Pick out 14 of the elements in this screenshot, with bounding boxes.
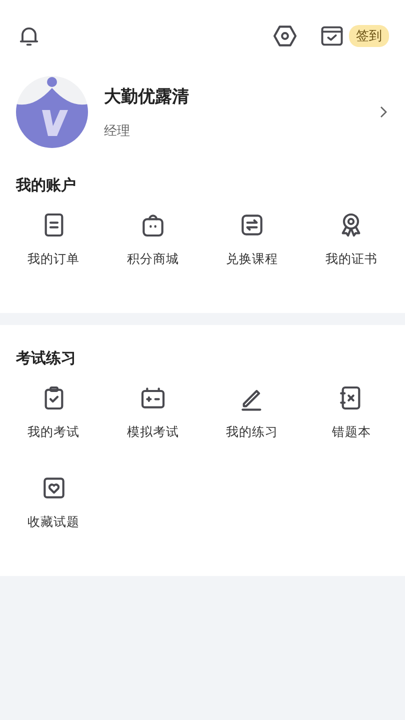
menu-item[interactable]: 我的练习 <box>226 424 278 441</box>
menu-item[interactable]: 收藏试题 <box>28 514 80 531</box>
user-name: 大勤优露清 <box>104 86 190 108</box>
section-title: 我的账户 <box>14 176 77 195</box>
menu-item[interactable]: 我的订单 <box>28 251 80 268</box>
menu-item[interactable]: 模拟考试 <box>126 424 179 441</box>
menu-item[interactable]: 兑换课程 <box>226 251 278 268</box>
menu-item[interactable]: 我的考试 <box>28 424 80 441</box>
section-title: 考试练习 <box>14 349 77 368</box>
menu-item[interactable]: 错题本 <box>332 424 371 441</box>
checkin-button[interactable]: 签到 <box>349 25 389 47</box>
menu-item[interactable]: 我的证书 <box>325 251 378 268</box>
menu-item[interactable]: 积分商城 <box>126 251 179 268</box>
user-role: 经理 <box>104 122 131 140</box>
